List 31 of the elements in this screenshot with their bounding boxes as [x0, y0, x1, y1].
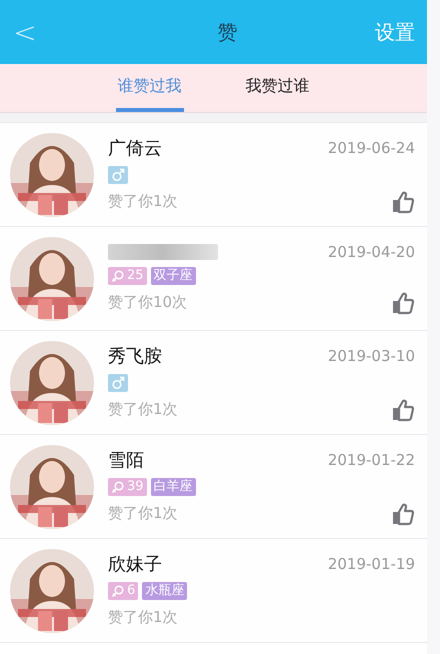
- like-date: 2019-03-10: [328, 346, 415, 364]
- user-name: 欣妹子: [108, 552, 162, 576]
- zodiac-badge: 水瓶座: [142, 582, 188, 600]
- like-count: 赞了你1次: [108, 608, 178, 627]
- user-name: 广倚云: [108, 136, 162, 160]
- female-icon: [111, 268, 125, 282]
- like-count: 赞了你1次: [108, 504, 178, 523]
- age-label: 6: [127, 583, 136, 598]
- thumbs-up-icon[interactable]: [391, 290, 415, 314]
- tab[interactable]: 我赞过谁: [244, 64, 312, 112]
- like-count: 赞了你1次: [108, 192, 178, 211]
- age-label: 25: [127, 268, 144, 283]
- female-icon: [111, 584, 125, 598]
- thumbs-up-icon[interactable]: [391, 190, 415, 214]
- page-title: 赞: [218, 18, 238, 46]
- like-count: 赞了你10次: [108, 293, 188, 312]
- zodiac-badge: 双子座: [150, 266, 196, 284]
- zodiac-badge: 白羊座: [150, 478, 196, 496]
- like-date: 2019-06-24: [328, 138, 415, 156]
- male-icon: [111, 376, 125, 390]
- like-count: 赞了你1次: [108, 400, 178, 419]
- like-date: 2019-01-22: [328, 450, 415, 468]
- user-name: 秀飞胺: [108, 344, 162, 368]
- user-name: 雪陌: [108, 448, 144, 472]
- male-icon: [111, 168, 125, 182]
- thumbs-up-icon[interactable]: [391, 502, 415, 526]
- thumbs-up-icon[interactable]: [391, 398, 415, 422]
- like-date: 2019-04-20: [328, 242, 415, 260]
- age-label: 39: [127, 479, 144, 494]
- female-icon: [111, 480, 125, 494]
- like-date: 2019-01-19: [328, 554, 415, 572]
